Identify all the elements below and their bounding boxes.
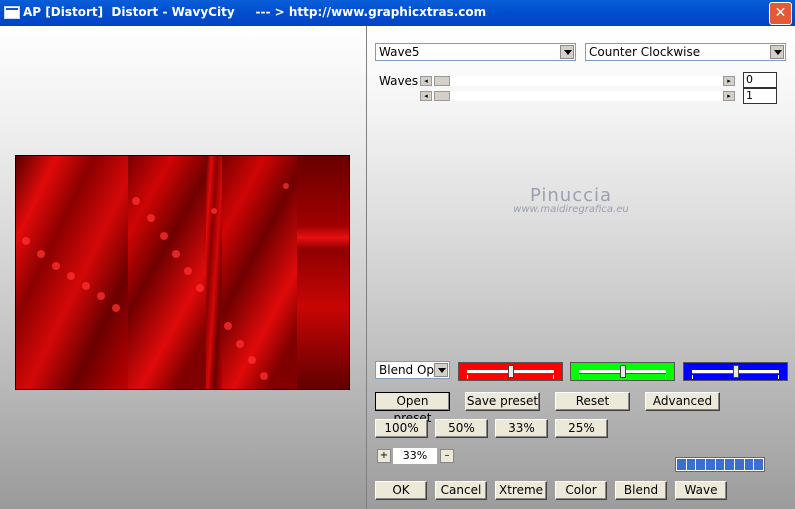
preview-strip-5 xyxy=(297,156,349,389)
progress-segment xyxy=(715,459,725,470)
watermark-name: Pinuccia xyxy=(529,185,613,206)
chevron-down-icon[interactable] xyxy=(434,363,448,377)
effect-select[interactable]: Wave5 xyxy=(375,43,576,61)
progress-bar xyxy=(675,457,765,472)
slider-right-arrow-icon[interactable]: ▸ xyxy=(723,76,735,86)
second-value-field[interactable]: 1 xyxy=(743,88,777,104)
blend-button[interactable]: Blend xyxy=(615,481,667,500)
effect-select-value: Wave5 xyxy=(379,45,420,59)
second-slider[interactable]: ◂ ▸ xyxy=(420,91,735,101)
zoom-50-button[interactable]: 50% xyxy=(435,419,488,438)
zoom-out-button[interactable]: – xyxy=(440,449,454,463)
waves-label: Waves xyxy=(379,74,419,88)
blend-select-value: Blend Opti xyxy=(379,363,443,377)
color-button[interactable]: Color xyxy=(555,481,607,500)
progress-segment xyxy=(686,459,696,470)
app-icon xyxy=(4,6,20,19)
slider-thumb[interactable] xyxy=(434,76,450,86)
ok-button[interactable]: OK xyxy=(375,481,427,500)
waves-value-field[interactable]: 0 xyxy=(743,72,777,88)
preview-strip-3 xyxy=(206,156,222,389)
blue-slider[interactable] xyxy=(683,362,788,381)
zoom-100-button[interactable]: 100% xyxy=(375,419,428,438)
preview-image xyxy=(15,155,350,390)
watermark-url: www.maidiregrafica.eu xyxy=(513,204,629,215)
slider-thumb[interactable] xyxy=(434,91,450,101)
green-slider[interactable] xyxy=(570,362,675,381)
xtreme-button[interactable]: Xtreme xyxy=(495,481,547,500)
cancel-button[interactable]: Cancel xyxy=(435,481,487,500)
green-slider-knob[interactable] xyxy=(619,365,626,378)
slider-left-arrow-icon[interactable]: ◂ xyxy=(420,76,432,86)
zoom-25-button[interactable]: 25% xyxy=(555,419,608,438)
chevron-down-icon[interactable] xyxy=(560,45,574,59)
red-slider-knob[interactable] xyxy=(507,365,514,378)
zoom-33-button[interactable]: 33% xyxy=(495,419,548,438)
title-bar: AP [Distort] Distort - WavyCity --- > ht… xyxy=(0,0,795,26)
blend-select[interactable]: Blend Opti xyxy=(375,361,450,379)
progress-segment xyxy=(754,459,764,470)
watermark: Pinuccia www.maidiregrafica.eu xyxy=(509,185,633,215)
waves-slider[interactable]: ◂ ▸ xyxy=(420,76,735,86)
zoom-in-button[interactable]: + xyxy=(377,449,391,463)
slider-left-arrow-icon[interactable]: ◂ xyxy=(420,91,432,101)
zoom-value-field[interactable]: 33% xyxy=(393,448,437,464)
close-button[interactable]: ✕ xyxy=(769,2,792,25)
reset-button[interactable]: Reset xyxy=(555,392,630,411)
preview-strip-4 xyxy=(222,156,297,389)
open-preset-button[interactable]: Open preset xyxy=(375,392,450,425)
progress-segment xyxy=(696,459,706,470)
chevron-down-icon[interactable] xyxy=(770,45,784,59)
blue-slider-knob[interactable] xyxy=(732,365,739,378)
wave-button[interactable]: Wave xyxy=(675,481,727,500)
slider-right-arrow-icon[interactable]: ▸ xyxy=(723,91,735,101)
save-preset-button[interactable]: Save preset xyxy=(465,392,540,411)
progress-segment xyxy=(725,459,735,470)
direction-select[interactable]: Counter Clockwise xyxy=(585,43,786,61)
progress-segment xyxy=(744,459,754,470)
preview-strip-2 xyxy=(128,156,206,389)
progress-segment xyxy=(735,459,744,470)
advanced-button[interactable]: Advanced xyxy=(645,392,720,411)
red-slider[interactable] xyxy=(458,362,563,381)
progress-segment xyxy=(677,459,686,470)
direction-select-value: Counter Clockwise xyxy=(589,45,701,59)
progress-segment xyxy=(706,459,715,470)
window-title: AP [Distort] Distort - WavyCity --- > ht… xyxy=(23,5,487,19)
